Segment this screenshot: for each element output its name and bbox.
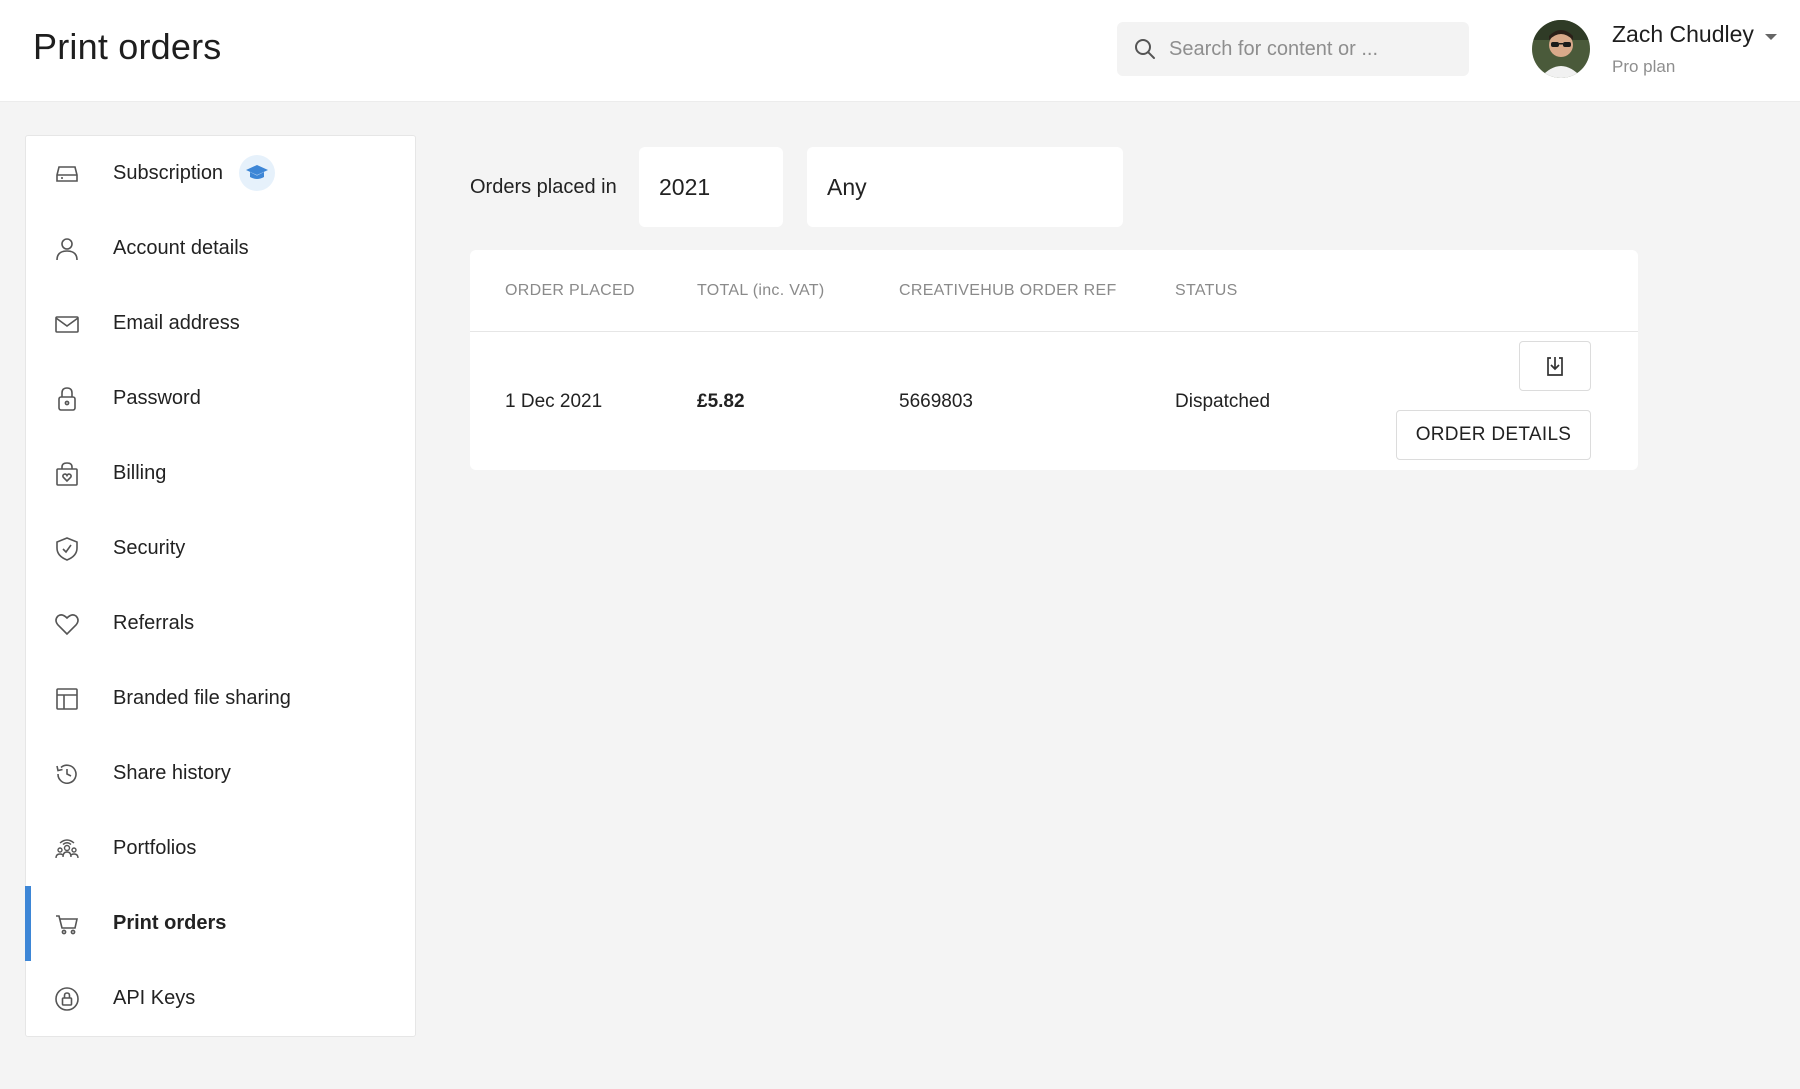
column-header-order-ref: CREATIVEHUB ORDER REF (899, 282, 1117, 299)
sidebar-item-label: Password (113, 387, 201, 409)
shopping-bag-icon (54, 461, 80, 487)
sidebar-item-security[interactable]: Security (26, 511, 415, 586)
sidebar-item-label: Referrals (113, 612, 195, 634)
cart-icon (54, 911, 80, 937)
top-header: Print orders Zach Chudley Pro plan (0, 0, 1800, 102)
status-select[interactable]: Any (807, 147, 1123, 227)
page-title: Print orders (33, 26, 222, 67)
sidebar-item-portfolios[interactable]: Portfolios (26, 811, 415, 886)
avatar-image (1532, 20, 1590, 78)
sidebar-item-label: Print orders (113, 912, 227, 934)
search-icon (1135, 39, 1155, 59)
chevron-down-icon[interactable] (1764, 32, 1778, 42)
order-details-button[interactable]: ORDER DETAILS (1396, 410, 1591, 460)
column-header-status: STATUS (1175, 282, 1238, 299)
sidebar-item-email-address[interactable]: Email address (26, 286, 415, 361)
year-select[interactable]: 2021 (639, 147, 783, 227)
sidebar-item-subscription[interactable]: Subscription (26, 136, 415, 211)
sidebar-item-branded-file-sharing[interactable]: Branded file sharing (26, 661, 415, 736)
sidebar-item-label: Security (113, 537, 186, 559)
sidebar-item-label: Portfolios (113, 837, 197, 859)
avatar[interactable] (1532, 20, 1590, 78)
sidebar-item-label: Account details (113, 237, 249, 259)
people-icon (54, 836, 80, 862)
column-header-total: TOTAL (inc. VAT) (697, 282, 825, 299)
sidebar-item-label: API Keys (113, 987, 196, 1009)
order-status: Dispatched (1175, 391, 1271, 412)
column-header-order-placed: ORDER PLACED (505, 282, 635, 299)
sidebar-item-label: Branded file sharing (113, 687, 291, 709)
search-bar[interactable] (1117, 22, 1469, 76)
sidebar-item-label: Billing (113, 462, 167, 484)
sidebar-item-label: Share history (113, 762, 231, 784)
heart-icon (54, 611, 80, 637)
sidebar-item-account-details[interactable]: Account details (26, 211, 415, 286)
sidebar-item-share-history[interactable]: Share history (26, 736, 415, 811)
sidebar-item-password[interactable]: Password (26, 361, 415, 436)
order-ref: 5669803 (899, 391, 973, 412)
order-total: £5.82 (697, 391, 745, 412)
sidebar-item-billing[interactable]: Billing (26, 436, 415, 511)
lock-icon (54, 386, 80, 412)
graduation-cap-icon (239, 155, 275, 191)
filter-label: Orders placed in (470, 176, 617, 198)
table-divider (470, 331, 1638, 332)
settings-sidebar: Subscription Account details Email addre… (25, 135, 416, 1037)
user-name[interactable]: Zach Chudley (1612, 21, 1754, 48)
user-plan: Pro plan (1612, 57, 1676, 76)
user-icon (54, 236, 80, 262)
orders-table: ORDER PLACED TOTAL (inc. VAT) CREATIVEHU… (470, 250, 1638, 470)
search-input[interactable] (1169, 37, 1439, 61)
envelope-icon (54, 311, 80, 337)
sidebar-item-label: Subscription (113, 162, 224, 184)
history-icon (54, 761, 80, 787)
sidebar-item-referrals[interactable]: Referrals (26, 586, 415, 661)
sidebar-item-api-keys[interactable]: API Keys (26, 961, 415, 1036)
order-date: 1 Dec 2021 (505, 391, 603, 412)
shield-icon (54, 536, 80, 562)
sidebar-item-label: Email address (113, 312, 240, 334)
download-icon (1547, 357, 1563, 376)
layout-icon (54, 686, 80, 712)
download-invoice-button[interactable] (1519, 341, 1591, 391)
key-lock-icon (54, 986, 80, 1012)
sidebar-item-print-orders[interactable]: Print orders (25, 886, 415, 961)
subscription-icon (54, 161, 80, 187)
